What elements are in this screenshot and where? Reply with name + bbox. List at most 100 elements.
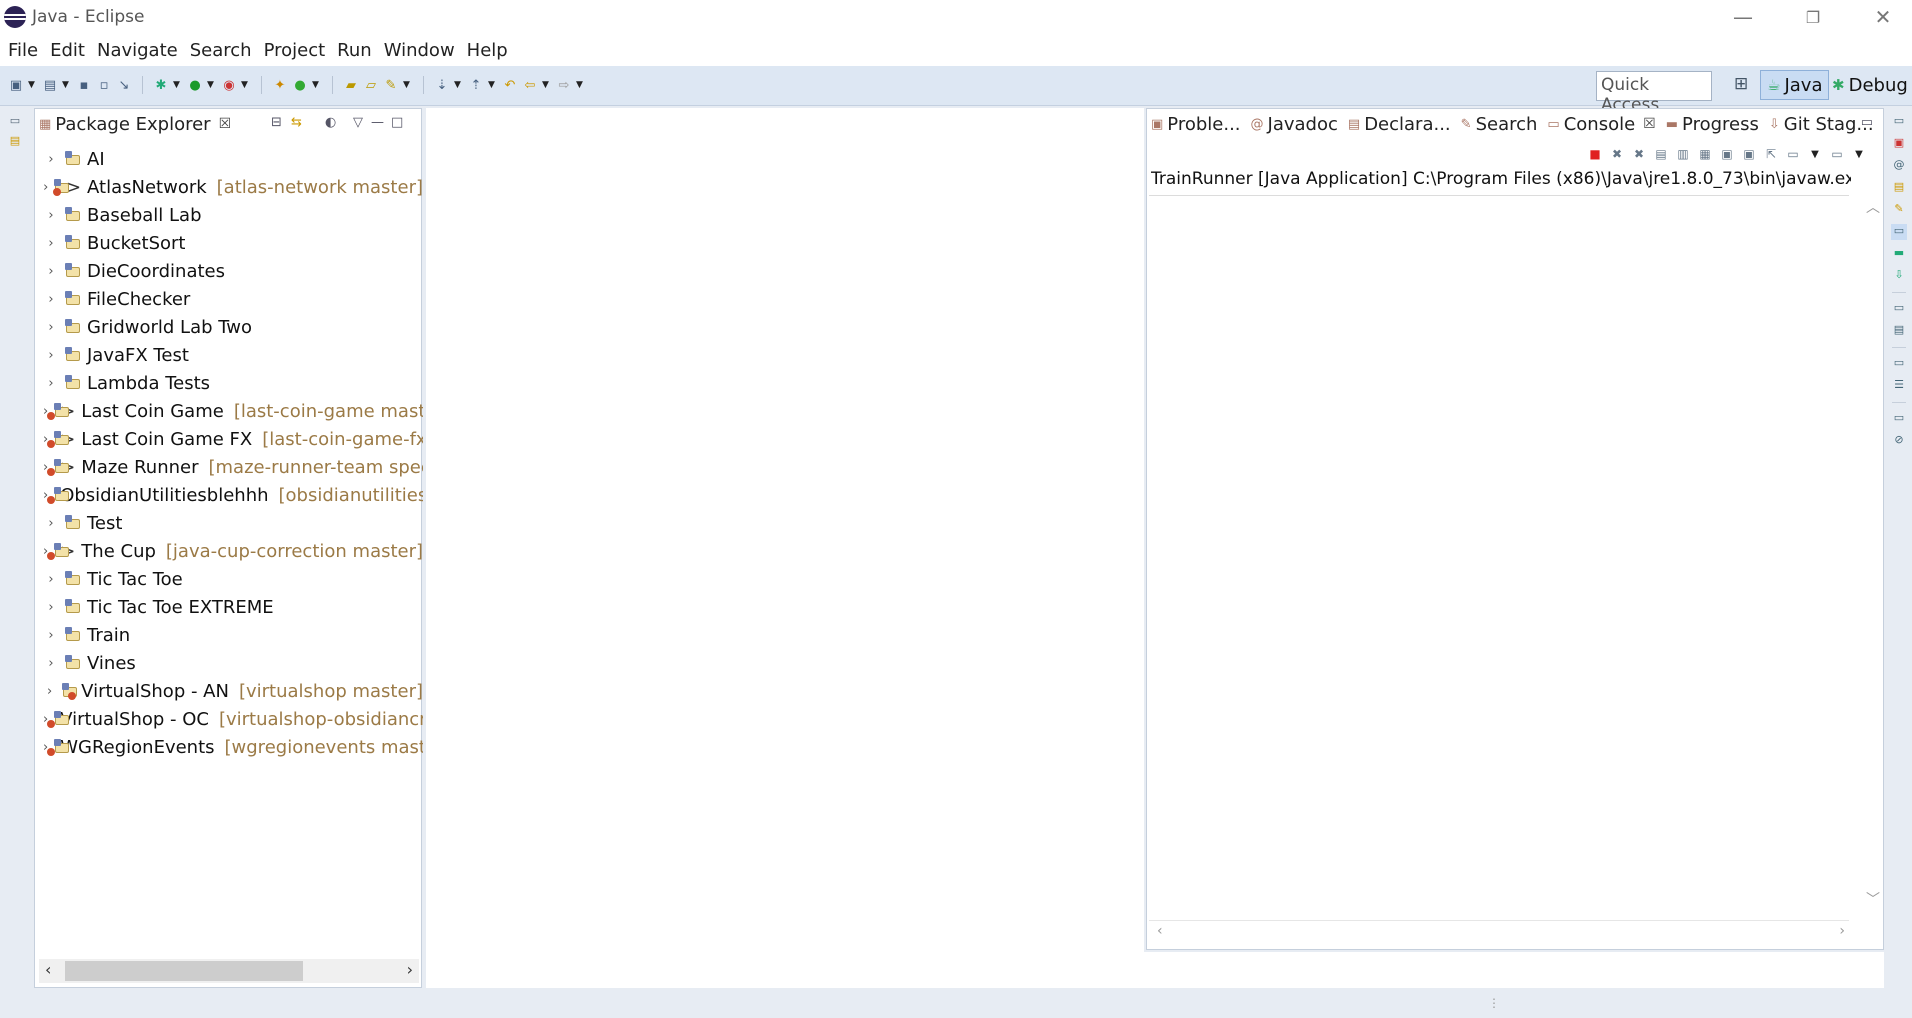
run-icon[interactable]: ●: [187, 77, 203, 93]
search-trim-icon[interactable]: ✎: [1891, 202, 1907, 218]
last-edit-location-icon[interactable]: ↶: [502, 77, 518, 93]
chevron-right-icon[interactable]: ›: [43, 208, 59, 223]
menu-edit[interactable]: Edit: [46, 40, 93, 61]
debug-dropdown-icon[interactable]: ▼: [173, 80, 183, 90]
project-tree-item[interactable]: › AI: [35, 145, 423, 173]
scroll-lock-icon[interactable]: ▥: [1675, 147, 1691, 161]
project-tree-item[interactable]: › VirtualShop - AN [virtualshop master]: [35, 677, 423, 705]
progress-trim-icon[interactable]: ▬: [1891, 246, 1907, 262]
run-dropdown-icon[interactable]: ▼: [207, 80, 217, 90]
console-output[interactable]: [1149, 195, 1849, 912]
terminate-icon[interactable]: ■: [1587, 147, 1603, 161]
project-tree-item[interactable]: › Tic Tac Toe EXTREME: [35, 593, 423, 621]
show-stderr-icon[interactable]: ▣: [1741, 147, 1757, 161]
skip-breakpoints-icon[interactable]: ↘: [116, 77, 132, 93]
project-tree-item[interactable]: ›>Last Coin Game[last-coin-game master]: [35, 397, 423, 425]
menu-search[interactable]: Search: [186, 40, 260, 61]
new-java-package-icon[interactable]: ✦: [272, 77, 288, 93]
link-with-editor-icon[interactable]: ⇆: [291, 115, 302, 130]
tab-declaration[interactable]: ▤ Declara...: [1344, 109, 1457, 139]
restore-button[interactable]: ❐: [1784, 2, 1842, 32]
remove-launch-icon[interactable]: ✖: [1609, 147, 1625, 161]
minimize-button[interactable]: —: [1714, 2, 1772, 32]
search-tool-dropdown-icon[interactable]: ▼: [403, 80, 413, 90]
new-wizard-dropdown-icon[interactable]: ▼: [62, 80, 72, 90]
previous-annotation-dropdown-icon[interactable]: ▼: [488, 80, 498, 90]
project-tree-item[interactable]: › FileChecker: [35, 285, 423, 313]
search-tool-icon[interactable]: ✎: [383, 77, 399, 93]
menu-file[interactable]: File: [4, 40, 46, 61]
new-java-class-icon[interactable]: ●: [292, 77, 308, 93]
console-vertical-scrollbar[interactable]: ︿ ﹀: [1863, 195, 1881, 911]
project-tree-item[interactable]: › ObsidianUtilitiesblehhh [obsidianutiliti…: [35, 481, 423, 509]
external-tools-icon[interactable]: ◉: [221, 77, 237, 93]
restore-icon[interactable]: ▭: [1891, 301, 1907, 317]
horizontal-scrollbar[interactable]: ‹ ›: [39, 959, 419, 983]
project-tree-item[interactable]: ›>The Cup[java-cup-correction master]: [35, 537, 423, 565]
project-tree-item[interactable]: › > AtlasNetwork [atlas-network master]: [35, 173, 423, 201]
minimize-view-icon[interactable]: —: [371, 115, 384, 130]
perspective-debug-button[interactable]: ✱ Debug: [1826, 70, 1912, 100]
scrollbar-thumb[interactable]: [65, 961, 303, 981]
close-icon[interactable]: ☒: [219, 116, 232, 132]
scroll-left-icon[interactable]: ‹: [45, 960, 51, 979]
new-class-dropdown-icon[interactable]: ▼: [312, 80, 322, 90]
task-list-trim-icon[interactable]: ▤: [1891, 323, 1907, 339]
open-type-icon[interactable]: ▰: [343, 77, 359, 93]
tab-javadoc[interactable]: @ Javadoc: [1247, 109, 1344, 139]
display-console-icon[interactable]: ▭: [1785, 147, 1801, 161]
view-menu-dropdown-icon[interactable]: ▼: [1851, 149, 1867, 160]
chevron-right-icon[interactable]: ›: [43, 656, 59, 671]
new-dropdown-icon[interactable]: ▼: [28, 80, 38, 90]
view-menu-icon[interactable]: ▽: [353, 115, 363, 130]
console-horizontal-scrollbar[interactable]: ‹ ›: [1149, 920, 1849, 943]
restore-icon[interactable]: ▭: [1891, 356, 1907, 372]
restore-icon[interactable]: ▭: [1891, 114, 1907, 130]
collapse-all-icon[interactable]: ⊟: [271, 115, 282, 130]
quick-access-field[interactable]: Quick Access: [1596, 71, 1712, 115]
javadoc-trim-icon[interactable]: @: [1891, 158, 1907, 174]
project-tree-item[interactable]: › BucketSort: [35, 229, 423, 257]
forward-dropdown-icon[interactable]: ▼: [576, 80, 586, 90]
git-repositories-trim-icon[interactable]: ⊘: [1891, 433, 1907, 449]
project-tree-item[interactable]: ›>Maze Runner[maze-runner-team speed-: [35, 453, 423, 481]
restore-view-icon[interactable]: ▭: [7, 114, 23, 130]
project-tree-item[interactable]: › Test: [35, 509, 423, 537]
maximize-view-icon[interactable]: □: [391, 115, 403, 130]
chevron-right-icon[interactable]: ›: [43, 628, 59, 643]
project-tree-item[interactable]: › DieCoordinates: [35, 257, 423, 285]
remove-all-terminated-icon[interactable]: ✖: [1631, 147, 1647, 161]
chevron-right-icon[interactable]: ›: [43, 600, 59, 615]
project-tree-item[interactable]: › Baseball Lab: [35, 201, 423, 229]
scroll-right-icon[interactable]: ›: [407, 960, 413, 979]
chevron-right-icon[interactable]: ›: [43, 320, 59, 335]
close-icon[interactable]: ☒: [1643, 116, 1656, 132]
next-annotation-dropdown-icon[interactable]: ▼: [454, 80, 464, 90]
project-tree-item[interactable]: › Lambda Tests: [35, 369, 423, 397]
tab-problems[interactable]: ▣ Proble...: [1147, 109, 1247, 139]
project-tree-item[interactable]: ›WGRegionEvents[wgregionevents master]: [35, 733, 423, 761]
pin-console-icon[interactable]: ⇱: [1763, 147, 1779, 161]
project-tree-item[interactable]: › JavaFX Test: [35, 341, 423, 369]
tab-console[interactable]: ▭ Console ☒: [1543, 109, 1662, 139]
forward-icon[interactable]: ⇨: [556, 77, 572, 93]
menu-window[interactable]: Window: [380, 40, 463, 61]
open-task-icon[interactable]: ▱: [363, 77, 379, 93]
project-tree-item[interactable]: › VirtualShop - OC [virtualshop-obsidiancr…: [35, 705, 423, 733]
previous-annotation-icon[interactable]: ⇡: [468, 77, 484, 93]
scroll-up-icon[interactable]: ︿: [1866, 197, 1880, 217]
outline-trim-icon[interactable]: ☰: [1891, 378, 1907, 394]
console-scroll-right-icon[interactable]: ›: [1839, 923, 1845, 939]
minimized-view-icon[interactable]: ▤: [7, 134, 23, 150]
chevron-right-icon[interactable]: ›: [43, 684, 56, 699]
display-console-dropdown-icon[interactable]: ▼: [1807, 149, 1823, 160]
chevron-right-icon[interactable]: ›: [43, 348, 59, 363]
chevron-right-icon[interactable]: ›: [43, 572, 59, 587]
show-stdout-icon[interactable]: ▣: [1719, 147, 1735, 161]
git-staging-trim-icon[interactable]: ⇩: [1891, 268, 1907, 284]
project-tree-item[interactable]: › Tic Tac Toe: [35, 565, 423, 593]
external-tools-dropdown-icon[interactable]: ▼: [241, 80, 251, 90]
chevron-right-icon[interactable]: ›: [43, 516, 59, 531]
back-dropdown-icon[interactable]: ▼: [542, 80, 552, 90]
close-button[interactable]: ✕: [1854, 2, 1912, 32]
